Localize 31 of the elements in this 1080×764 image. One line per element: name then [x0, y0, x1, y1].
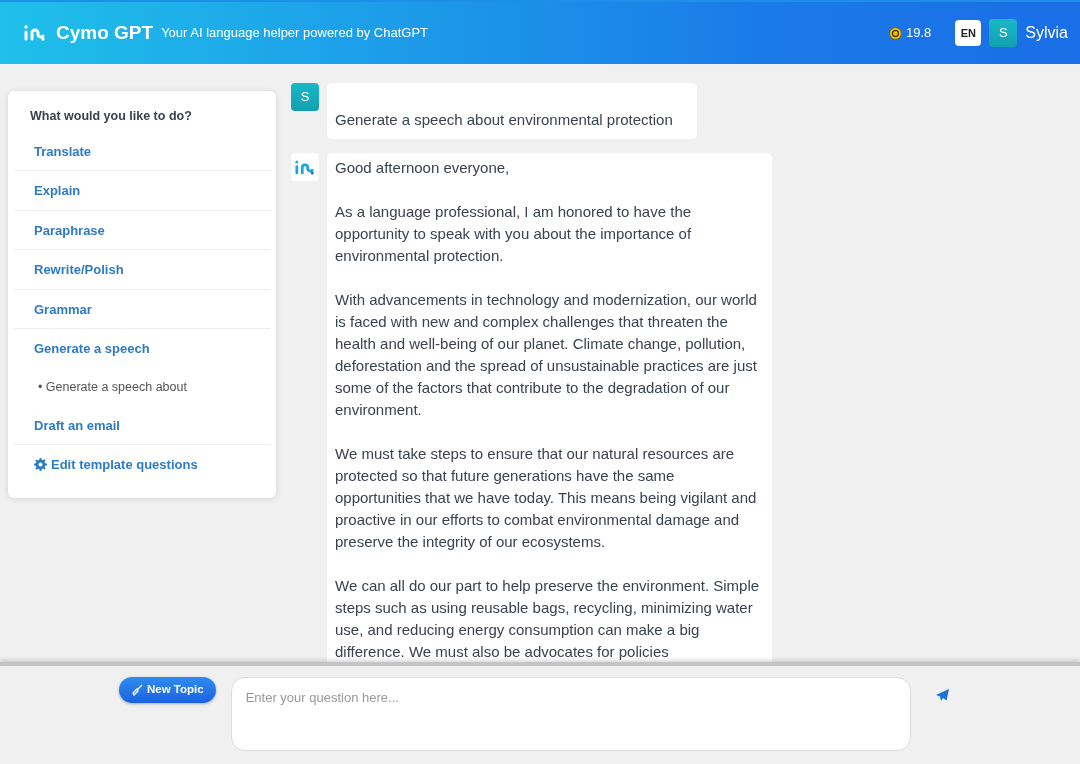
credit-balance: 19.8 — [906, 24, 932, 43]
logo-icon — [24, 25, 46, 41]
task-link[interactable]: Explain — [14, 171, 270, 211]
user-avatar: S — [291, 83, 319, 111]
language-button[interactable]: EN — [955, 20, 982, 46]
message-paragraph: Generate a speech about environmental protection — [335, 110, 674, 130]
message-paragraph: Good afternoon everyone, — [335, 158, 511, 178]
bot-avatar — [291, 153, 319, 181]
user-avatar[interactable]: S — [989, 19, 1018, 47]
coin-icon — [889, 26, 902, 40]
settings-icon — [34, 458, 47, 472]
broom-icon — [131, 684, 143, 696]
send-icon[interactable] — [935, 689, 950, 702]
task-link[interactable]: Rewrite/Polish — [14, 250, 270, 290]
task-link[interactable]: Generate a speech — [14, 329, 270, 368]
app-tagline: Your AI language helper powered by ChatGPT — [161, 24, 429, 43]
message-paragraph: We can all do our part to help preserve the environment. Simple steps such as using reusable bags, recycling, minimizing water use, and reducing energy consumption can make a big difference. We must also be advocates for policies — [335, 576, 761, 662]
example-prompt[interactable]: • Generate a speech about — [14, 367, 270, 406]
user-name[interactable]: Sylvia — [1025, 21, 1068, 45]
task-link[interactable]: Draft an email — [14, 405, 270, 445]
task-link[interactable]: Paraphrase — [14, 210, 270, 251]
message-paragraph: With advancements in technology and modernization, our world is faced with new and complex challenges that threaten the health and well-being of our planet. Climate change, pollution, deforestation and the spread of unsustainable practices are just some of the factors that contribute to the degradation of our environment. — [335, 290, 758, 420]
edit-templates-link[interactable]: Edit template questions — [14, 445, 270, 484]
task-link[interactable]: Grammar — [14, 289, 270, 330]
message-paragraph: As a language professional, I am honored to have the opportunity to speak with you about the importance of environmental protection. — [335, 202, 693, 266]
panel-title: What would you like to do? — [29, 108, 193, 125]
task-link[interactable]: Translate — [14, 131, 270, 172]
app-name: Cymo GPT — [56, 20, 154, 45]
question-field[interactable]: Enter your question here... — [230, 677, 911, 751]
message-paragraph: We must take steps to ensure that our natural resources are protected so that future generations have the same opportunities that we have today. This means being vigilant and proactive in our efforts to combat environmental damage and preserve the integrity of our ecosystems. — [335, 444, 758, 552]
new-topic-button[interactable]: New Topic — [119, 677, 216, 703]
